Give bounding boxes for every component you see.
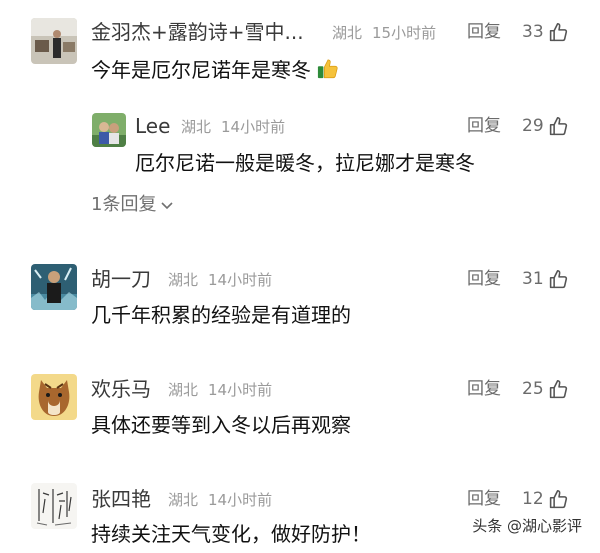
avatar[interactable] [31, 483, 77, 529]
comment-text: 具体还要等到入冬以后再观察 [91, 413, 351, 437]
avatar[interactable] [31, 374, 77, 420]
comment-text: 几千年积累的经验是有道理的 [91, 303, 351, 327]
reply-button[interactable]: 回复 [467, 114, 501, 138]
reply-text: 厄尔尼诺一般是暖冬，拉尼娜才是寒冬 [135, 151, 475, 175]
like-count: 31 [522, 269, 544, 289]
comment-location: 湖北 [332, 24, 363, 42]
avatar[interactable] [31, 18, 77, 64]
reply-author[interactable]: Lee [135, 114, 170, 138]
more-replies-link[interactable]: 1条回复 [91, 193, 174, 217]
reply-time: 14小时前 [221, 118, 286, 136]
comment-text: 持续关注天气变化，做好防护！ [91, 522, 371, 546]
reply-button[interactable]: 回复 [467, 20, 501, 44]
comment-author[interactable]: 金羽杰+露韵诗+雪中... [91, 20, 304, 44]
comment-time: 15小时前 [372, 24, 437, 42]
thumbs-up-icon [549, 489, 567, 508]
reply-button[interactable]: 回复 [467, 487, 501, 511]
avatar[interactable] [31, 264, 77, 310]
reply-button[interactable]: 回复 [467, 267, 501, 291]
like-count: 33 [522, 22, 544, 42]
comment-author[interactable]: 欢乐马 [91, 377, 151, 401]
like-button[interactable]: 25 [522, 377, 569, 401]
comment-time: 14小时前 [208, 381, 273, 399]
comment-location: 湖北 [168, 381, 199, 399]
thumbs-up-icon [549, 379, 567, 398]
watermark: 头条 @湖心影评 [468, 514, 586, 537]
thumbs-up-icon [549, 22, 567, 41]
like-button[interactable]: 29 [522, 114, 569, 138]
like-count: 29 [522, 116, 544, 136]
like-button[interactable]: 33 [522, 20, 569, 44]
more-replies-label: 1条回复 [91, 194, 157, 215]
reply-button[interactable]: 回复 [467, 377, 501, 401]
thumbs-up-icon [549, 116, 567, 135]
chevron-down-icon [161, 202, 174, 210]
comment-text-body: 今年是厄尔尼诺年是寒冬 [91, 58, 311, 82]
comment-time: 14小时前 [208, 271, 273, 289]
comment-author[interactable]: 张四艳 [91, 487, 151, 511]
like-button[interactable]: 12 [522, 487, 569, 511]
comment-location: 湖北 [168, 271, 199, 289]
comment-author[interactable]: 胡一刀 [91, 267, 151, 291]
like-count: 12 [522, 489, 544, 509]
reply-location: 湖北 [181, 118, 212, 136]
thumbs-up-emoji-icon [318, 59, 338, 79]
thumbs-up-icon [549, 269, 567, 288]
comment-text: 今年是厄尔尼诺年是寒冬 [91, 56, 339, 84]
comment-time: 14小时前 [208, 491, 273, 509]
like-button[interactable]: 31 [522, 267, 569, 291]
reply-avatar[interactable] [92, 113, 126, 147]
comment-location: 湖北 [168, 491, 199, 509]
like-count: 25 [522, 379, 544, 399]
